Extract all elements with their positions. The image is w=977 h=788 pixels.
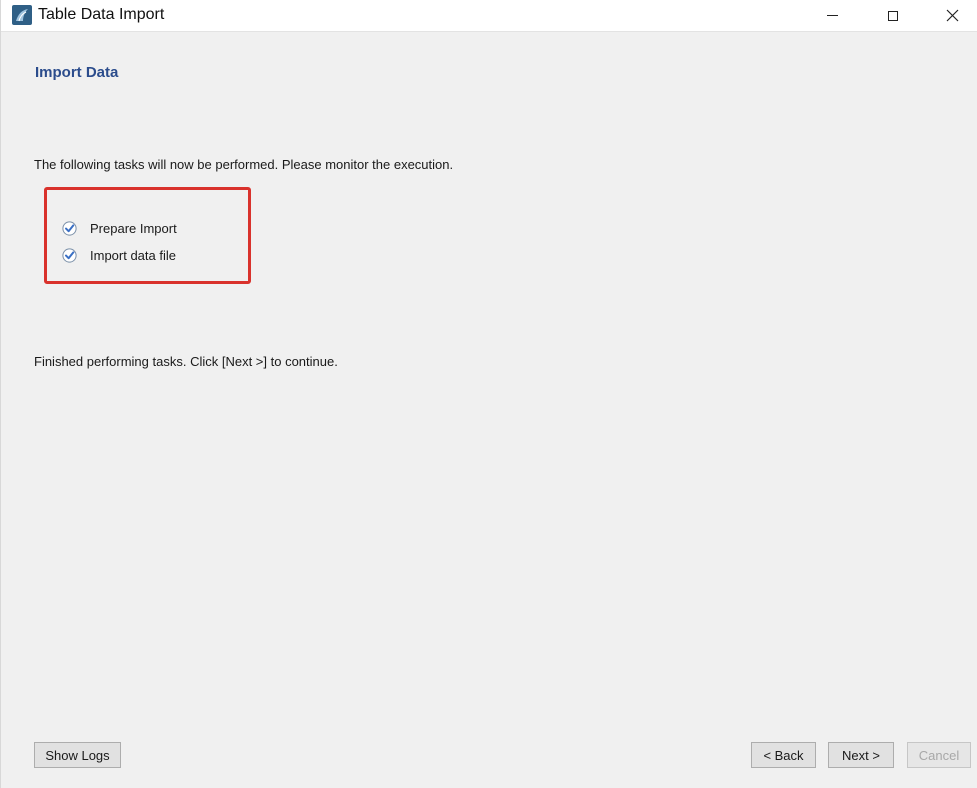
show-logs-button[interactable]: Show Logs [34, 742, 121, 768]
title-bar[interactable]: Table Data Import [1, 0, 977, 32]
next-button[interactable]: Next > [828, 742, 894, 768]
task-item-prepare-import: Prepare Import [62, 219, 177, 237]
close-button[interactable] [929, 0, 975, 31]
mysql-workbench-dolphin-icon [12, 5, 32, 25]
maximize-icon [888, 10, 898, 21]
close-icon [946, 9, 958, 22]
task-item-import-data-file: Import data file [62, 246, 176, 264]
cancel-button[interactable]: Cancel [907, 742, 971, 768]
back-button[interactable]: < Back [751, 742, 816, 768]
task-label: Import data file [90, 247, 176, 263]
minimize-button[interactable] [809, 0, 855, 31]
table-data-import-window: Table Data Import Import Data The follow… [0, 0, 977, 788]
check-circle-icon [62, 220, 77, 236]
maximize-button[interactable] [870, 0, 916, 31]
check-circle-icon [62, 247, 77, 263]
task-label: Prepare Import [90, 220, 177, 236]
task-description: The following tasks will now be performe… [34, 157, 454, 172]
page-heading: Import Data [35, 64, 119, 81]
finished-message: Finished performing tasks. Click [Next >… [34, 354, 338, 369]
window-title: Table Data Import [38, 6, 165, 23]
minimize-icon [826, 15, 838, 16]
